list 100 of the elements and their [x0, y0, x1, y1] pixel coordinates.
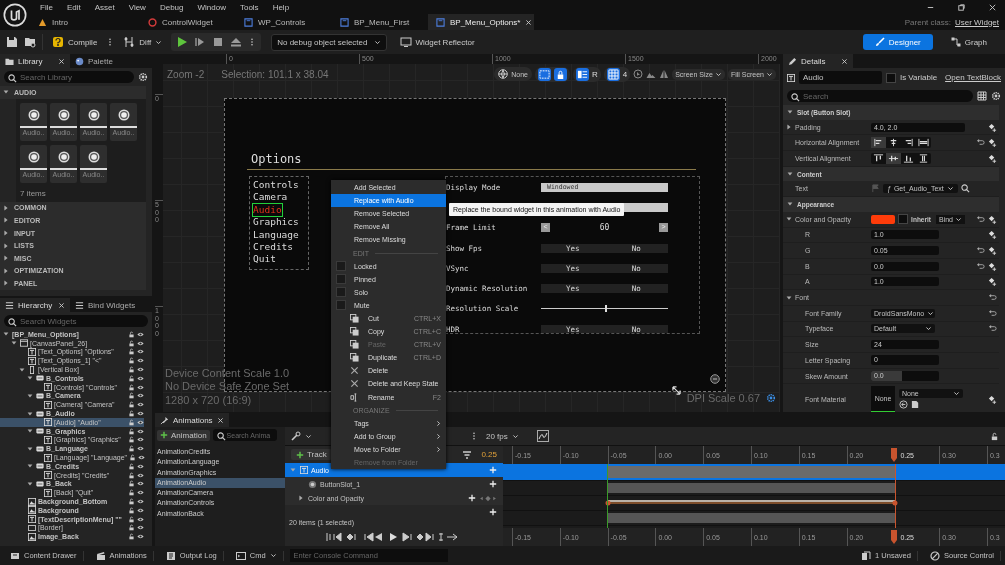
pointer-icon[interactable]	[633, 69, 644, 79]
lock-icon[interactable]	[128, 330, 135, 338]
lock-icon[interactable]	[128, 339, 135, 347]
menu-entry[interactable]: Controls	[253, 179, 299, 192]
alignment-button[interactable]	[871, 152, 886, 164]
color-swatch[interactable]	[871, 214, 896, 224]
logo-icon[interactable]	[3, 3, 27, 27]
lock-icon[interactable]	[128, 348, 135, 356]
add-track-button[interactable]: Track	[291, 449, 332, 460]
diff-button[interactable]: Diff	[120, 33, 166, 51]
plus-icon[interactable]	[468, 494, 476, 502]
eye-icon[interactable]	[137, 348, 144, 356]
close-icon[interactable]	[216, 416, 224, 424]
stop-icon[interactable]	[212, 36, 225, 48]
parent-class-link[interactable]: User Widget	[955, 17, 999, 27]
expand-arrow-icon[interactable]	[2, 241, 10, 250]
settings-icon[interactable]	[766, 392, 776, 403]
settings-icon[interactable]	[138, 72, 148, 82]
eye-icon[interactable]	[137, 383, 144, 391]
lock-icon[interactable]	[553, 67, 567, 81]
search-field[interactable]: Search	[787, 90, 973, 102]
lock-icon[interactable]	[128, 515, 135, 523]
document-tab[interactable]: ControlWidget	[140, 14, 236, 30]
outline-icon[interactable]	[575, 67, 589, 81]
alignment-button[interactable]	[871, 137, 886, 149]
inherit-checkbox[interactable]	[898, 214, 909, 225]
document-tab[interactable]: BP_Menu_First	[332, 14, 428, 30]
menu-item[interactable]: Asset	[94, 2, 115, 12]
frame-rate-dropdown[interactable]: 20 fps	[486, 431, 519, 441]
browse-icon[interactable]	[911, 400, 920, 410]
lock-icon[interactable]	[128, 427, 135, 435]
lock-icon[interactable]	[128, 471, 135, 479]
menu-entry[interactable]: Credits	[253, 241, 294, 254]
panel-tab[interactable]: Palette	[70, 54, 140, 68]
eye-icon[interactable]	[137, 410, 144, 418]
lock-icon[interactable]	[128, 383, 135, 391]
lock-icon[interactable]	[128, 366, 135, 374]
is-variable-checkbox[interactable]	[885, 72, 896, 83]
alignment-button[interactable]	[916, 137, 931, 149]
expand-arrow-icon[interactable]	[785, 123, 793, 132]
menu-entry[interactable]: Language	[253, 228, 299, 242]
document-tab[interactable]: BP_Menu_Options*	[428, 14, 534, 30]
lock-icon[interactable]	[128, 506, 135, 514]
name-field[interactable]: Audio	[799, 71, 882, 84]
lock-icon[interactable]	[128, 533, 135, 541]
reset-icon[interactable]	[976, 138, 985, 148]
keyframe-add-icon[interactable]	[988, 277, 997, 287]
menu-entry[interactable]: Camera	[253, 191, 288, 204]
menu-item[interactable]: Tools	[239, 2, 259, 12]
collapse-arrow-icon[interactable]	[18, 365, 26, 374]
eye-icon[interactable]	[137, 498, 144, 506]
panel-tab[interactable]: Animations	[155, 413, 229, 427]
menu-entry[interactable]: Quit	[253, 253, 276, 266]
lock-icon[interactable]	[128, 436, 135, 444]
lock-icon[interactable]	[128, 410, 135, 418]
menu-entry[interactable]: Audio	[253, 203, 282, 217]
reset-icon[interactable]	[976, 261, 985, 271]
collapse-arrow-icon[interactable]	[26, 479, 34, 488]
eye-icon[interactable]	[137, 506, 144, 514]
grid-size-button[interactable]: 4	[622, 69, 628, 79]
curve-editor-icon[interactable]	[536, 430, 549, 442]
menu-item[interactable]: Help	[272, 2, 290, 12]
keyframe-add-icon[interactable]	[988, 214, 997, 224]
plus-icon[interactable]	[489, 480, 497, 488]
expand-arrow-icon[interactable]	[2, 203, 10, 212]
wrench-icon[interactable]	[291, 431, 301, 441]
r-button[interactable]: R	[591, 69, 598, 79]
reset-icon[interactable]	[988, 324, 997, 334]
reset-icon[interactable]	[988, 308, 997, 318]
debug-object-dropdown[interactable]: No debug object selected	[271, 33, 387, 51]
eye-icon[interactable]	[137, 401, 144, 409]
expand-arrow-icon[interactable]	[2, 266, 10, 275]
settings-icon[interactable]	[991, 91, 1001, 101]
keyframe-add-icon[interactable]	[988, 230, 997, 240]
lock-icon[interactable]	[128, 374, 135, 382]
collapse-arrow-icon[interactable]	[26, 444, 34, 453]
reset-icon[interactable]	[976, 246, 985, 256]
lock-icon[interactable]	[128, 498, 135, 506]
lock-icon[interactable]	[128, 392, 135, 400]
eye-icon[interactable]	[137, 445, 144, 453]
collapse-arrow-icon[interactable]	[785, 293, 793, 302]
plus-icon[interactable]	[489, 508, 497, 516]
menu-checkbox[interactable]	[336, 261, 346, 272]
expand-arrow-icon[interactable]	[2, 254, 10, 263]
menu-item[interactable]: View	[128, 2, 146, 12]
panel-tab[interactable]: Bind Widgets	[70, 298, 141, 312]
folder-icon[interactable]	[24, 36, 36, 48]
close-icon[interactable]	[525, 18, 533, 26]
keyframe-add-icon[interactable]	[988, 122, 997, 132]
lock-icon[interactable]	[128, 357, 135, 365]
key-curve[interactable]	[605, 499, 898, 507]
expand-arrow-icon[interactable]	[2, 279, 10, 288]
collapse-arrow-icon[interactable]	[26, 409, 34, 418]
panel-tab[interactable]: Details	[783, 54, 853, 68]
eye-icon[interactable]	[137, 515, 144, 523]
mode-button[interactable]: Designer	[862, 34, 933, 50]
reset-icon[interactable]	[988, 293, 997, 303]
lock-icon[interactable]	[128, 489, 135, 497]
eye-icon[interactable]	[137, 524, 144, 532]
keyframe-add-icon[interactable]	[988, 261, 997, 271]
